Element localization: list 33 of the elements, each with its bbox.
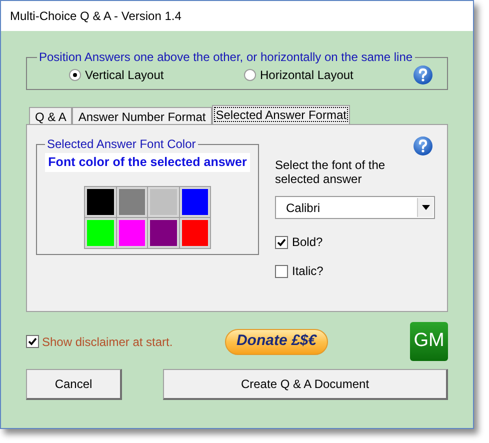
window-title: Multi-Choice Q & A - Version 1.4 [10, 8, 182, 25]
cancel-button[interactable]: Cancel [26, 369, 122, 400]
tab[interactable]: Q & A [29, 107, 72, 124]
checkbox[interactable] [26, 335, 39, 348]
color-swatch[interactable] [85, 218, 116, 248]
checkbox[interactable] [275, 264, 288, 278]
help-icon[interactable] [413, 65, 433, 85]
font-select-label: Select the font of the selected answer [275, 158, 386, 186]
group-label: Position Answers one above the other, or horizontally on the same line [38, 49, 414, 66]
color-swatch[interactable] [116, 218, 147, 248]
checkbox-label: Italic? [292, 263, 324, 280]
tab[interactable]: Answer Number Format [72, 107, 212, 124]
checkbox-label: Bold? [292, 234, 323, 251]
radio-button[interactable] [244, 69, 256, 81]
radio-button[interactable] [69, 69, 81, 81]
tab[interactable]: Selected Answer Format [212, 105, 350, 124]
group-label: Selected Answer Font Color [46, 136, 197, 153]
color-swatch[interactable] [148, 187, 178, 217]
help-icon[interactable] [413, 136, 433, 156]
preview-text: Font color of the selected answer [45, 153, 250, 172]
color-swatch[interactable] [148, 218, 178, 248]
radio-label: Horizontal Layout [260, 67, 354, 84]
color-swatch[interactable] [85, 187, 116, 217]
create-document-button[interactable]: Create Q & A Document [163, 369, 448, 400]
gm-logo: GM [410, 322, 448, 361]
donate-button[interactable]: Donate £$€ [225, 328, 328, 354]
color-swatch[interactable] [180, 218, 210, 248]
color-swatch[interactable] [116, 187, 147, 217]
radio-label: Vertical Layout [85, 67, 164, 84]
checkbox[interactable] [275, 236, 288, 248]
disclaimer-label: Show disclaimer at start. [42, 334, 173, 350]
font-dropdown[interactable]: Calibri [275, 196, 435, 219]
color-swatch[interactable] [180, 187, 210, 217]
